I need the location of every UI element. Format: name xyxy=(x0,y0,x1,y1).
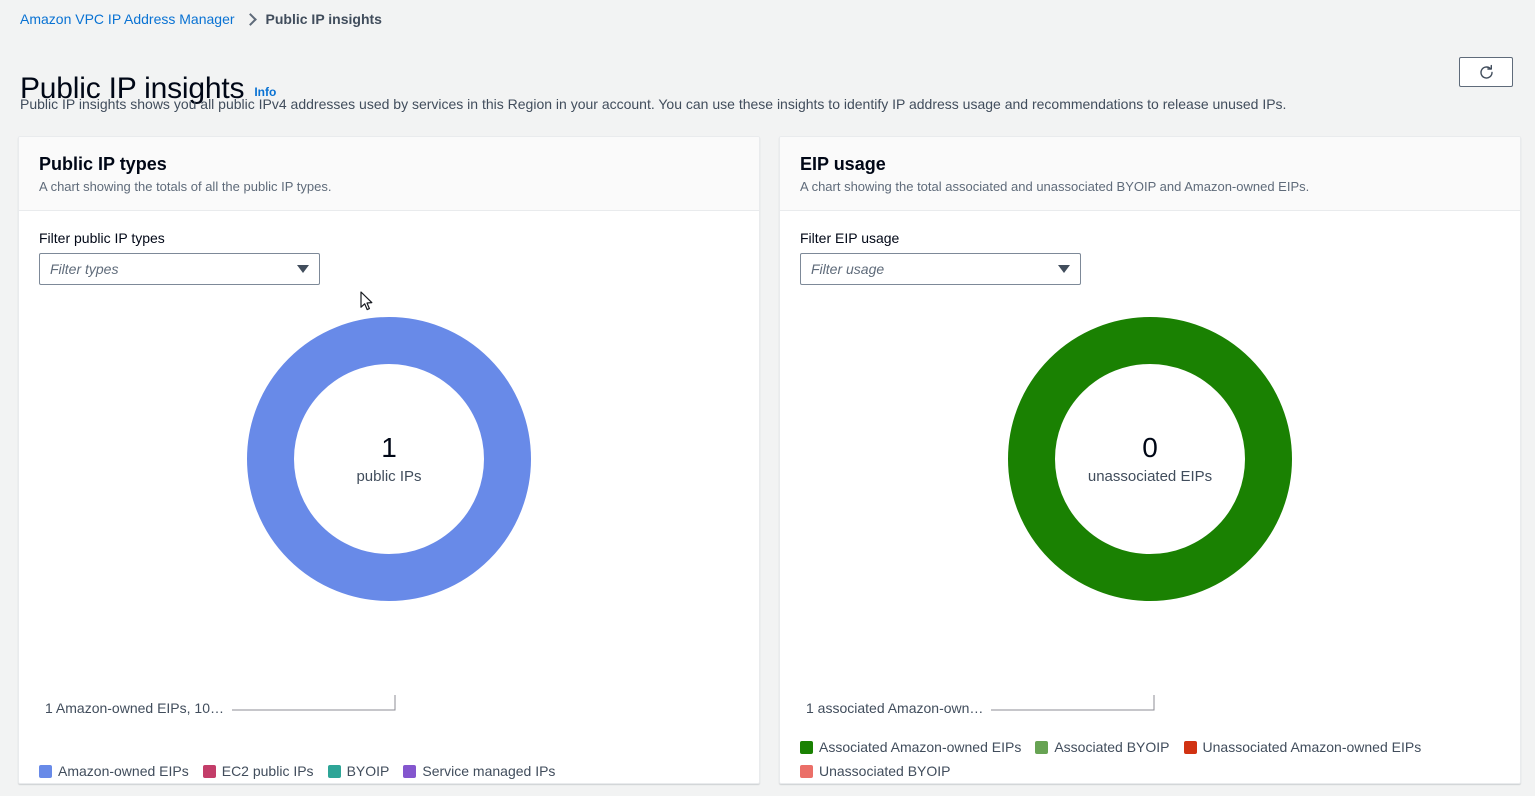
public-ip-types-chart: 1 public IPs 1 Amazon-owned EIPs, 10… xyxy=(39,317,739,717)
donut-chart[interactable]: 1 public IPs xyxy=(247,317,531,601)
legend-swatch-icon xyxy=(1183,740,1197,754)
card-header: EIP usage A chart showing the total asso… xyxy=(780,137,1520,211)
legend-label: Unassociated Amazon-owned EIPs xyxy=(1202,739,1422,755)
legend-swatch-icon xyxy=(1035,740,1049,754)
legend-label: Unassociated BYOIP xyxy=(819,763,951,779)
card-body: Filter public IP types Filter types 1 pu… xyxy=(19,211,759,783)
legend-label: Amazon-owned EIPs xyxy=(58,763,189,779)
legend-item[interactable]: Amazon-owned EIPs xyxy=(39,762,189,780)
legend-item[interactable]: Unassociated Amazon-owned EIPs xyxy=(1183,738,1422,756)
legend-swatch-icon xyxy=(327,764,341,778)
legend-label: Associated Amazon-owned EIPs xyxy=(819,739,1022,755)
legend-item[interactable]: Associated BYOIP xyxy=(1035,738,1170,756)
legend-label: Service managed IPs xyxy=(422,763,556,779)
chart-legend: Associated Amazon-owned EIPs Associated … xyxy=(800,738,1504,780)
donut-chart[interactable]: 0 unassociated EIPs xyxy=(1008,317,1292,601)
legend-item[interactable]: Service managed IPs xyxy=(403,762,555,780)
donut-callout-text: 1 Amazon-owned EIPs, 10… xyxy=(45,700,224,716)
card-body: Filter EIP usage Filter usage 0 unassoci… xyxy=(780,211,1520,783)
filter-label: Filter EIP usage xyxy=(800,230,900,246)
legend-item[interactable]: BYOIP xyxy=(327,762,390,780)
card-title: Public IP types xyxy=(39,154,167,174)
eip-usage-chart: 0 unassociated EIPs 1 associated Amazon-… xyxy=(800,317,1500,717)
legend-swatch-icon xyxy=(800,764,813,778)
chevron-right-icon xyxy=(243,12,257,26)
donut-callout: 1 Amazon-owned EIPs, 10… xyxy=(45,695,745,717)
filter-usage-select[interactable]: Filter usage xyxy=(800,253,1081,285)
page-title-row: Public IP insights Info xyxy=(20,52,276,126)
chevron-down-icon xyxy=(1058,265,1070,273)
card-eip-usage: EIP usage A chart showing the total asso… xyxy=(779,136,1521,784)
legend-swatch-icon xyxy=(202,764,216,778)
public-ip-insights-page: Amazon VPC IP Address Manager Public IP … xyxy=(0,0,1535,796)
filter-usage-placeholder: Filter usage xyxy=(811,261,885,277)
legend-item[interactable]: Associated Amazon-owned EIPs xyxy=(800,738,1021,756)
card-subtitle: A chart showing the totals of all the pu… xyxy=(39,179,332,194)
legend-item[interactable]: Unassociated BYOIP xyxy=(800,762,951,780)
card-public-ip-types: Public IP types A chart showing the tota… xyxy=(18,136,760,784)
donut-callout: 1 associated Amazon-own… xyxy=(806,695,1506,717)
legend-swatch-icon xyxy=(800,740,813,754)
legend-swatch-icon xyxy=(403,764,417,778)
chevron-down-icon xyxy=(297,265,309,273)
donut-callout-text: 1 associated Amazon-own… xyxy=(806,700,984,716)
page-description: Public IP insights shows you all public … xyxy=(20,96,1287,112)
refresh-icon xyxy=(1478,64,1495,81)
legend-label: BYOIP xyxy=(346,763,390,779)
card-header: Public IP types A chart showing the tota… xyxy=(19,137,759,211)
filter-types-placeholder: Filter types xyxy=(50,261,119,277)
legend-label: EC2 public IPs xyxy=(221,763,314,779)
refresh-button[interactable] xyxy=(1459,57,1513,87)
breadcrumb: Amazon VPC IP Address Manager Public IP … xyxy=(20,11,382,27)
filter-label: Filter public IP types xyxy=(39,230,165,246)
legend-label: Associated BYOIP xyxy=(1054,739,1170,755)
callout-leader-line xyxy=(991,695,1155,711)
card-subtitle: A chart showing the total associated and… xyxy=(800,179,1310,194)
breadcrumb-item-current: Public IP insights xyxy=(265,11,382,27)
chart-legend: Amazon-owned EIPs EC2 public IPs BYOIP S… xyxy=(39,762,743,780)
filter-types-select[interactable]: Filter types xyxy=(39,253,320,285)
card-title: EIP usage xyxy=(800,154,886,174)
legend-swatch-icon xyxy=(39,764,52,778)
legend-item[interactable]: EC2 public IPs xyxy=(202,762,314,780)
breadcrumb-item-ipam[interactable]: Amazon VPC IP Address Manager xyxy=(20,11,235,27)
callout-leader-line xyxy=(232,695,396,711)
